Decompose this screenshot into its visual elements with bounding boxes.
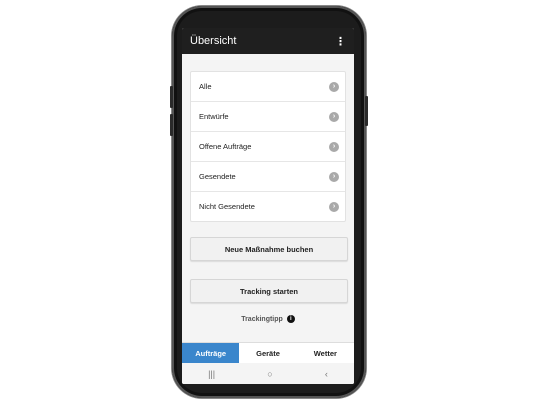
list-item-label: Gesendete [199,172,236,181]
app-bar: Übersicht ⋮ [182,28,354,54]
new-measure-button[interactable]: Neue Maßnahme buchen [190,237,348,261]
phone-side-button-right [365,96,368,126]
home-icon[interactable]: ○ [267,369,272,379]
list-item-alle[interactable]: Alle › [191,72,345,102]
start-tracking-button[interactable]: Tracking starten [190,279,348,303]
list-item-label: Nicht Gesendete [199,202,255,211]
tab-geraete[interactable]: Geräte [239,343,296,364]
list-item-label: Alle [199,82,212,91]
list-item-label: Offene Aufträge [199,142,252,151]
page-title: Übersicht [190,35,237,47]
chevron-right-icon: › [329,201,339,212]
list-item-offene-auftraege[interactable]: Offene Aufträge › [191,132,345,162]
recents-icon[interactable]: ||| [208,369,215,379]
chevron-right-icon: › [329,81,339,92]
system-navigation-bar: ||| ○ ‹ [182,363,354,384]
list-item-gesendete[interactable]: Gesendete › [191,162,345,192]
tab-wetter[interactable]: Wetter [297,343,354,364]
tracking-tip: Trackingtipp i [182,315,354,323]
app-screen: Übersicht ⋮ Alle › Entwürfe › Offene Auf… [182,28,354,384]
phone-side-button-left-2 [170,114,173,136]
list-item-label: Entwürfe [199,112,229,121]
phone-side-button-left [170,86,173,108]
chevron-right-icon: › [329,171,339,182]
chevron-right-icon: › [329,111,339,122]
list-item-entwuerfe[interactable]: Entwürfe › [191,102,345,132]
bottom-tab-bar: Aufträge Geräte Wetter [182,342,354,364]
chevron-right-icon: › [329,141,339,152]
tracking-tip-label: Trackingtipp [241,315,283,323]
info-icon[interactable]: i [286,315,295,323]
back-icon[interactable]: ‹ [325,369,328,379]
list-item-nicht-gesendete[interactable]: Nicht Gesendete › [191,192,345,221]
overflow-menu-icon[interactable]: ⋮ [335,35,346,48]
order-filter-list: Alle › Entwürfe › Offene Aufträge › Gese… [190,71,346,222]
tab-auftraege[interactable]: Aufträge [182,343,240,364]
